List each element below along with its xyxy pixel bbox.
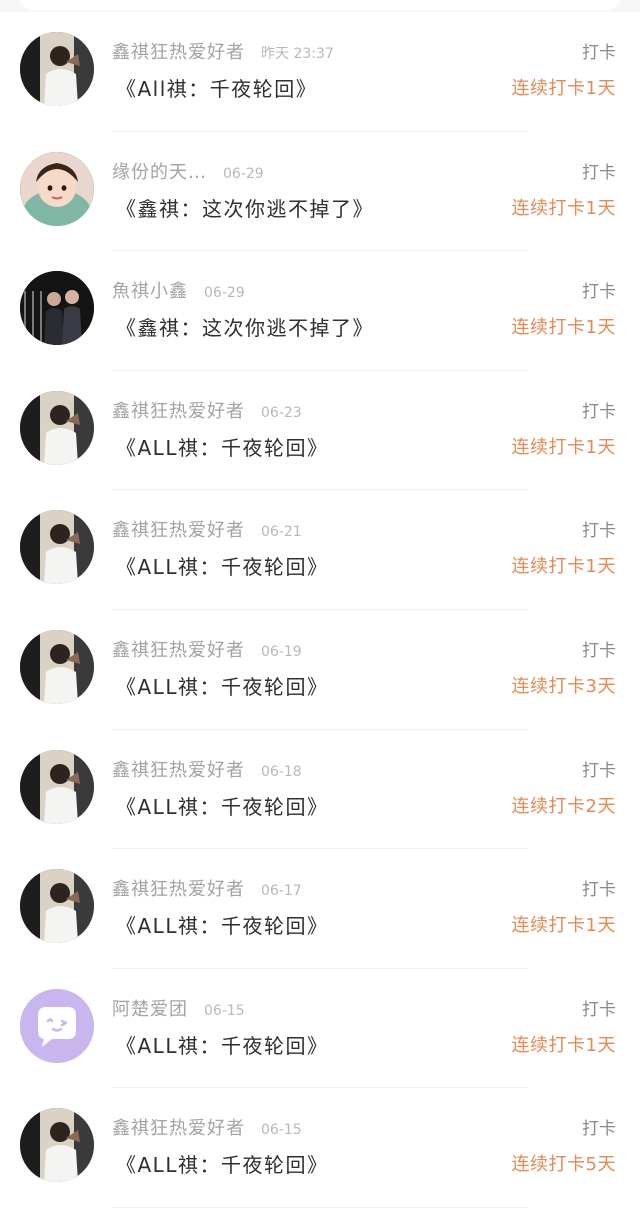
checkin-tag: 打卡 xyxy=(582,521,616,542)
checkin-tag: 打卡 xyxy=(582,760,616,781)
username[interactable]: 魚祺小鑫 xyxy=(112,281,188,302)
photo-avatar-icon[interactable] xyxy=(20,1108,94,1183)
checkin-list: 鑫祺狂热爱好者 昨天 23:37 《All祺：千夜轮回》 打卡 连续打卡1天 缘份… xyxy=(0,12,640,1208)
username[interactable]: 鑫祺狂热爱好者 xyxy=(112,640,245,661)
book-title[interactable]: 《ALL祺：千夜轮回》 xyxy=(116,794,328,820)
list-item[interactable]: 魚祺小鑫 06-29 《鑫祺：这次你逃不掉了》 打卡 连续打卡1天 xyxy=(0,251,640,371)
book-title[interactable]: 《ALL祺：千夜轮回》 xyxy=(116,435,328,461)
book-title[interactable]: 《ALL祺：千夜轮回》 xyxy=(116,1152,328,1178)
post-time: 06-29 xyxy=(204,285,245,302)
list-item[interactable]: 阿楚爱团 06-15 《ALL祺：千夜轮回》 打卡 连续打卡1天 xyxy=(0,969,640,1089)
username[interactable]: 鑫祺狂热爱好者 xyxy=(112,520,245,541)
top-card-edge xyxy=(0,0,640,12)
streak-label: 连续打卡1天 xyxy=(511,556,616,578)
streak-label: 连续打卡5天 xyxy=(511,1154,616,1176)
photo-avatar-icon[interactable] xyxy=(20,869,94,944)
item-meta: 鑫祺狂热爱好者 06-19 xyxy=(112,639,302,663)
book-title[interactable]: 《ALL祺：千夜轮回》 xyxy=(116,1033,328,1059)
girl-photo-avatar-icon[interactable] xyxy=(20,151,94,226)
photo-avatar-icon[interactable] xyxy=(20,629,94,704)
book-title[interactable]: 《鑫祺：这次你逃不掉了》 xyxy=(116,315,374,341)
item-meta: 鑫祺狂热爱好者 06-15 xyxy=(112,1117,302,1141)
username[interactable]: 鑫祺狂热爱好者 xyxy=(112,879,245,900)
list-item[interactable]: 鑫祺狂热爱好者 06-19 《ALL祺：千夜轮回》 打卡 连续打卡3天 xyxy=(0,610,640,730)
streak-label: 连续打卡2天 xyxy=(511,795,616,817)
book-title[interactable]: 《ALL祺：千夜轮回》 xyxy=(116,554,328,580)
checkin-tag: 打卡 xyxy=(582,880,616,901)
book-title[interactable]: 《鑫祺：这次你逃不掉了》 xyxy=(116,196,374,222)
checkin-tag: 打卡 xyxy=(582,640,616,661)
photo-avatar-icon[interactable] xyxy=(20,32,94,106)
checkin-tag: 打卡 xyxy=(582,1119,616,1140)
username[interactable]: 缘份的天… xyxy=(112,162,207,183)
streak-label: 连续打卡1天 xyxy=(511,317,616,339)
post-time: 06-29 xyxy=(223,165,264,182)
item-meta: 缘份的天… 06-29 xyxy=(112,161,264,185)
streak-label: 连续打卡1天 xyxy=(511,915,616,937)
streak-label: 连续打卡1天 xyxy=(511,197,616,219)
username[interactable]: 鑫祺狂热爱好者 xyxy=(112,42,245,63)
checkin-tag: 打卡 xyxy=(582,401,616,422)
book-title[interactable]: 《ALL祺：千夜轮回》 xyxy=(116,674,328,700)
username[interactable]: 阿楚爱团 xyxy=(112,999,188,1020)
list-item[interactable]: 缘份的天… 06-29 《鑫祺：这次你逃不掉了》 打卡 连续打卡1天 xyxy=(0,132,640,252)
item-meta: 鑫祺狂热爱好者 06-21 xyxy=(112,519,302,543)
item-meta: 鑫祺狂热爱好者 06-23 xyxy=(112,400,302,424)
checkin-tag: 打卡 xyxy=(582,999,616,1020)
post-time: 06-21 xyxy=(261,524,302,541)
photo-avatar-icon[interactable] xyxy=(20,749,94,824)
list-item[interactable]: 鑫祺狂热爱好者 06-15 《ALL祺：千夜轮回》 打卡 连续打卡5天 xyxy=(0,1088,640,1208)
streak-label: 连续打卡3天 xyxy=(511,675,616,697)
post-time: 06-17 xyxy=(261,883,302,900)
post-time: 06-19 xyxy=(261,643,302,660)
item-meta: 阿楚爱团 06-15 xyxy=(112,998,245,1022)
checkin-tag: 打卡 xyxy=(582,43,616,63)
post-time: 06-15 xyxy=(204,1002,245,1019)
book-title[interactable]: 《ALL祺：千夜轮回》 xyxy=(116,913,328,939)
post-time: 06-18 xyxy=(261,763,302,780)
item-meta: 鑫祺狂热爱好者 06-17 xyxy=(112,878,302,902)
checkin-tag: 打卡 xyxy=(582,162,616,183)
group-photo-avatar-icon[interactable] xyxy=(20,271,94,346)
checkin-tag: 打卡 xyxy=(582,282,616,303)
username[interactable]: 鑫祺狂热爱好者 xyxy=(112,760,245,781)
post-time: 06-15 xyxy=(261,1122,302,1139)
streak-label: 连续打卡1天 xyxy=(511,78,616,99)
item-meta: 魚祺小鑫 06-29 xyxy=(112,280,245,304)
list-item[interactable]: 鑫祺狂热爱好者 06-21 《ALL祺：千夜轮回》 打卡 连续打卡1天 xyxy=(0,490,640,610)
username[interactable]: 鑫祺狂热爱好者 xyxy=(112,1118,245,1139)
streak-label: 连续打卡1天 xyxy=(511,436,616,458)
username[interactable]: 鑫祺狂热爱好者 xyxy=(112,401,245,422)
photo-avatar-icon[interactable] xyxy=(20,390,94,465)
list-item[interactable]: 鑫祺狂热爱好者 06-23 《ALL祺：千夜轮回》 打卡 连续打卡1天 xyxy=(0,371,640,491)
item-meta: 鑫祺狂热爱好者 06-18 xyxy=(112,759,302,783)
list-item[interactable]: 鑫祺狂热爱好者 06-17 《ALL祺：千夜轮回》 打卡 连续打卡1天 xyxy=(0,849,640,969)
list-item[interactable]: 鑫祺狂热爱好者 06-18 《ALL祺：千夜轮回》 打卡 连续打卡2天 xyxy=(0,730,640,850)
list-item[interactable]: 鑫祺狂热爱好者 昨天 23:37 《All祺：千夜轮回》 打卡 连续打卡1天 xyxy=(0,12,640,132)
book-title[interactable]: 《All祺：千夜轮回》 xyxy=(116,76,317,102)
photo-avatar-icon[interactable] xyxy=(20,510,94,585)
streak-label: 连续打卡1天 xyxy=(511,1034,616,1056)
post-time: 06-23 xyxy=(261,404,302,421)
post-time: 昨天 23:37 xyxy=(261,46,334,62)
item-meta: 鑫祺狂热爱好者 昨天 23:37 xyxy=(112,41,334,65)
chat-bubble-avatar-icon[interactable] xyxy=(20,988,94,1063)
